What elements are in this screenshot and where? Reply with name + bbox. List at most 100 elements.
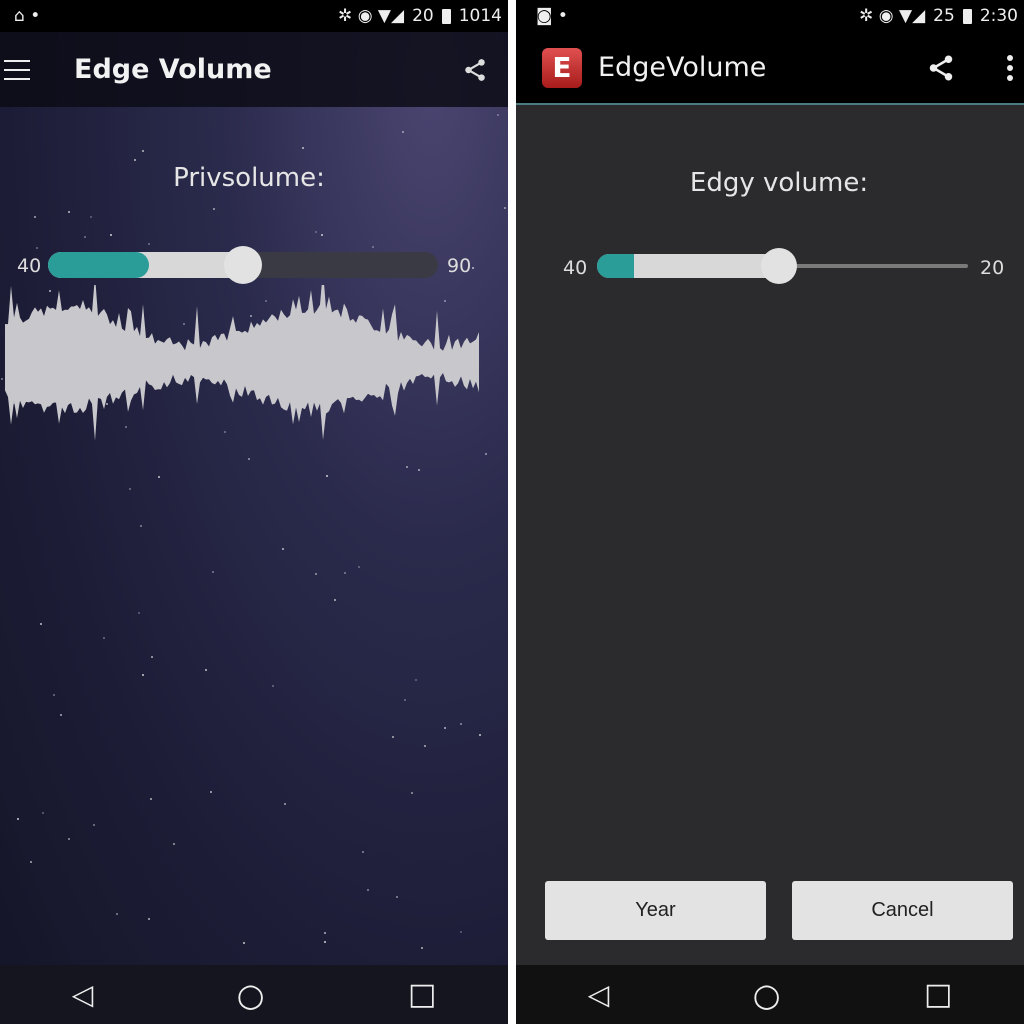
app-title: EdgeVolume bbox=[598, 52, 767, 83]
star-dot bbox=[148, 242, 151, 245]
home-icon[interactable]: ○ bbox=[237, 976, 265, 1014]
navigation-bar: ◁ ○ □ bbox=[516, 965, 1024, 1024]
slider-thumb[interactable] bbox=[760, 248, 797, 284]
star-dot bbox=[42, 812, 45, 815]
system-icons: ✲ ◉ ▼◢ bbox=[338, 6, 405, 26]
star-dot bbox=[420, 946, 423, 949]
volume-slider[interactable] bbox=[597, 248, 968, 284]
star-dot bbox=[103, 637, 106, 640]
battery-icon bbox=[962, 8, 972, 24]
star-dot bbox=[392, 735, 395, 738]
star-dot bbox=[129, 488, 132, 491]
star-dot bbox=[334, 599, 337, 602]
clock: 2:30 bbox=[979, 6, 1018, 26]
battery-level: 20 bbox=[412, 6, 434, 26]
cancel-button[interactable]: Cancel bbox=[792, 881, 1013, 940]
star-dot bbox=[93, 823, 96, 826]
recents-icon[interactable]: □ bbox=[408, 977, 436, 1012]
star-dot bbox=[395, 896, 398, 899]
star-dot bbox=[141, 674, 144, 677]
star-dot bbox=[272, 685, 275, 688]
star-dot bbox=[357, 565, 360, 568]
star-dot bbox=[205, 668, 208, 671]
star-dot bbox=[90, 215, 93, 218]
clock: 1014 bbox=[458, 6, 502, 26]
slider-min-label: 40 bbox=[563, 257, 588, 279]
star-dot bbox=[410, 791, 413, 794]
star-dot bbox=[148, 917, 151, 920]
star-dot bbox=[503, 207, 506, 210]
star-dot bbox=[321, 234, 324, 237]
star-dot bbox=[405, 465, 408, 468]
star-dot bbox=[84, 236, 87, 239]
star-dot bbox=[372, 246, 375, 249]
hamburger-icon[interactable] bbox=[4, 59, 30, 80]
share-icon[interactable] bbox=[926, 53, 956, 83]
year-button[interactable]: Year bbox=[545, 881, 766, 940]
star-dot bbox=[404, 698, 407, 701]
back-icon[interactable]: ◁ bbox=[72, 978, 94, 1011]
star-dot bbox=[68, 211, 71, 214]
star-dot bbox=[472, 266, 475, 269]
star-dot bbox=[281, 548, 284, 551]
star-dot bbox=[497, 114, 500, 117]
system-icons: ✲ ◉ ▼◢ bbox=[859, 6, 926, 26]
star-dot bbox=[110, 233, 113, 236]
star-dot bbox=[53, 694, 56, 697]
status-bar: ⌂ • ✲ ◉ ▼◢ 20 1014 bbox=[0, 0, 508, 32]
left-screen: ⌂ • ✲ ◉ ▼◢ 20 1014 Edge Volume Privsolum… bbox=[0, 0, 508, 1024]
star-dot bbox=[140, 525, 142, 528]
slider-min-label: 40 bbox=[17, 255, 42, 277]
star-dot bbox=[134, 159, 137, 162]
star-dot bbox=[150, 798, 153, 801]
star-dot bbox=[242, 942, 245, 945]
slider-thumb[interactable] bbox=[224, 246, 262, 284]
slider-max-label: 20 bbox=[980, 257, 1005, 279]
star-dot bbox=[460, 722, 463, 725]
star-dot bbox=[172, 842, 175, 845]
star-dot bbox=[39, 622, 42, 625]
star-dot bbox=[248, 458, 251, 461]
star-dot bbox=[17, 818, 20, 821]
star-dot bbox=[479, 733, 482, 736]
star-dot bbox=[326, 475, 329, 478]
star-dot bbox=[150, 655, 153, 658]
star-dot bbox=[59, 713, 62, 716]
star-dot bbox=[362, 851, 365, 854]
slider-fill bbox=[48, 252, 150, 278]
star-dot bbox=[424, 745, 427, 748]
volume-heading: Privsolume: bbox=[173, 163, 325, 193]
star-dot bbox=[157, 475, 160, 478]
recents-icon[interactable]: □ bbox=[924, 977, 952, 1012]
waveform bbox=[5, 285, 479, 441]
star-dot bbox=[210, 791, 213, 794]
battery-icon bbox=[441, 8, 451, 24]
star-dot bbox=[212, 207, 215, 210]
back-icon[interactable]: ◁ bbox=[588, 978, 610, 1011]
star-dot bbox=[323, 940, 326, 943]
star-dot bbox=[35, 247, 38, 250]
right-screen: ◙ • ✲ ◉ ▼◢ 25 2:30 E EdgeVolume Edgy vol… bbox=[516, 0, 1024, 1024]
star-dot bbox=[414, 678, 417, 681]
app-bar: Edge Volume bbox=[0, 32, 508, 107]
home-icon[interactable]: ○ bbox=[753, 976, 781, 1014]
slider-fill bbox=[597, 254, 635, 278]
share-icon[interactable] bbox=[462, 57, 488, 83]
star-dot bbox=[402, 130, 405, 133]
star-dot bbox=[444, 726, 447, 729]
status-bar: ◙ • ✲ ◉ ▼◢ 25 2:30 bbox=[516, 0, 1024, 32]
star-dot bbox=[418, 468, 421, 471]
star-dot bbox=[33, 216, 36, 219]
app-logo: E bbox=[542, 47, 582, 88]
star-dot bbox=[115, 913, 118, 916]
notification-icons: ◙ • bbox=[536, 6, 568, 26]
star-dot bbox=[137, 612, 140, 615]
app-bar: E EdgeVolume bbox=[516, 32, 1024, 105]
star-dot bbox=[142, 149, 145, 152]
volume-slider[interactable] bbox=[48, 246, 438, 284]
more-vert-icon[interactable] bbox=[1006, 54, 1014, 82]
star-dot bbox=[211, 570, 214, 573]
notification-icons: ⌂ • bbox=[14, 6, 41, 26]
app-title: Edge Volume bbox=[74, 54, 272, 85]
star-dot bbox=[459, 930, 462, 933]
